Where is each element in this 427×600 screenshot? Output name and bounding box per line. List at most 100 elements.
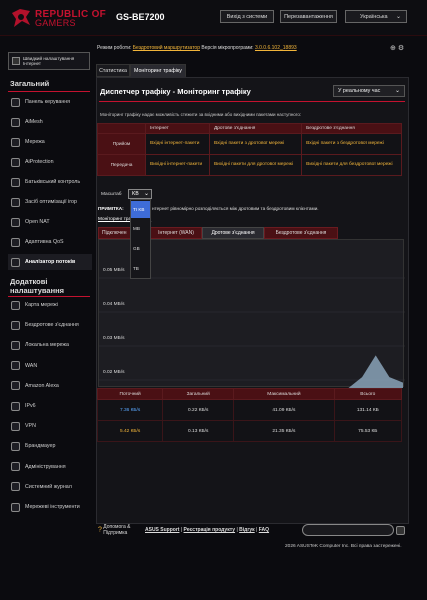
network-icon: [11, 137, 20, 147]
lan-icon: [11, 340, 20, 350]
network-status-icon[interactable]: ⊕: [390, 45, 396, 52]
scale-option-gb[interactable]: GB: [131, 240, 150, 257]
sidebar-item[interactable]: Open NAT: [8, 214, 92, 230]
sidebar-item-label: Amazon Alexa: [25, 382, 59, 389]
row-label-receive: Прийом: [97, 133, 146, 155]
stats-current: 7.36 КБ/s: [96, 399, 164, 421]
firmware-label: Версія мікропрограми:: [201, 45, 254, 51]
quick-internet-setup-button[interactable]: Швидкий налаштування Інтернет: [8, 52, 90, 70]
scale-select[interactable]: KB ⌄: [128, 189, 152, 199]
sidebar-item[interactable]: Карта мережі: [8, 297, 92, 313]
row-label-transmit: Передача: [97, 154, 146, 176]
scale-option-tb[interactable]: TB: [131, 260, 150, 277]
sidebar-item-label: WAN: [25, 362, 38, 369]
sidebar-item[interactable]: Засіб оптимізації ігор: [8, 194, 92, 210]
table-row: Передача Вихідні інтернет-пакети Вихідні…: [97, 154, 402, 176]
traffic-stats-table: Поточний Загальний Максимальний Всього 7…: [96, 388, 403, 442]
chevron-down-icon: ⌄: [394, 88, 400, 94]
table-row: Прийом Вхідні інтернет-пакети Вхідні пак…: [97, 133, 402, 155]
sidebar-item[interactable]: VPN: [8, 418, 92, 434]
sidebar-item[interactable]: Мережа: [8, 134, 92, 150]
footer-link-feedback[interactable]: Відгук: [239, 527, 255, 533]
help-support-label: Допомога & Підтримка: [103, 524, 131, 536]
table-header: Інтернет: [145, 123, 210, 134]
scale-value: KB: [132, 191, 139, 197]
logout-button[interactable]: Вихід з системи: [220, 10, 274, 23]
sidebar-item[interactable]: Системний журнал: [8, 479, 92, 495]
sidebar-item[interactable]: Адміністрування: [8, 459, 92, 475]
sidebar-item-label: Системний журнал: [25, 483, 72, 490]
footer-links: ASUS Support | Реєстрація продукту | Від…: [145, 527, 270, 533]
stats-header-current: Поточний: [96, 388, 164, 400]
y-tick-label: 0.05 МБ/s: [103, 267, 125, 273]
chevron-down-icon: ⌄: [395, 14, 401, 20]
sidebar-item[interactable]: Локальна мережа: [8, 337, 92, 353]
sidebar-item[interactable]: Панель керування: [8, 94, 92, 110]
sidebar-item-label: Адміністрування: [25, 463, 66, 470]
sidebar-item[interactable]: Amazon Alexa: [8, 378, 92, 394]
stats-average: 0.22 КБ/s: [162, 399, 235, 421]
brand-line-2: GAMERS: [35, 18, 76, 28]
sidebar-item[interactable]: WAN: [8, 358, 92, 374]
stats-average: 0.13 КБ/s: [162, 420, 235, 442]
tab-traffic-monitor[interactable]: Моніторинг трафіку: [130, 64, 186, 77]
sidebar-item-label: VPN: [25, 423, 36, 430]
footer-link-registration[interactable]: Реєстрація продукту: [184, 527, 236, 533]
realtime-select[interactable]: У реальному час ⌄: [333, 85, 405, 97]
sidebar-item[interactable]: AiMesh: [8, 114, 92, 130]
dashboard-icon: [11, 97, 20, 107]
scale-option-kb[interactable]: TI KB: [131, 201, 150, 218]
footer-search-input[interactable]: [302, 524, 394, 536]
stats-total: 131.14 КБ: [333, 399, 403, 421]
realtime-value: У реальному час: [338, 88, 381, 94]
sidebar-item-label: Мережеві інструменти: [25, 504, 80, 510]
table-cell: Вихідні пакети для бездротової мережі: [301, 154, 402, 176]
help-support[interactable]: ? Допомога & Підтримка: [98, 524, 139, 536]
sidebar-item[interactable]: Мережеві інструменти: [8, 499, 92, 515]
sidebar-item[interactable]: Аналізатор потоків: [8, 254, 92, 270]
gear-icon[interactable]: ⚙: [398, 45, 404, 52]
sidebar-item-label: Батьківський контроль: [25, 179, 81, 185]
sidebar-item[interactable]: AiProtection: [8, 154, 92, 170]
sidebar-item[interactable]: Бездротове з'єднання: [8, 317, 92, 333]
admin-icon: [11, 462, 20, 472]
table-cell: Вхідні інтернет-пакети: [145, 133, 210, 155]
table-header: Бездротове з'єднання: [301, 123, 402, 134]
title-divider: [99, 101, 405, 102]
sidebar-item-label: AiProtection: [25, 159, 54, 165]
traffic-definition-table: Інтернет Дротове з'єднання Бездротове з'…: [97, 123, 402, 176]
footer-link-support[interactable]: ASUS Support: [145, 527, 179, 533]
question-icon: ?: [98, 526, 102, 534]
sidebar-item[interactable]: Брандмауер: [8, 438, 92, 454]
ipv6-icon: [11, 401, 20, 411]
firmware-link[interactable]: 3.0.0.6.102_18893: [255, 45, 297, 51]
footer-link-faq[interactable]: FAQ: [259, 527, 269, 533]
scale-option-mb[interactable]: MB: [131, 220, 150, 237]
wan-icon: [11, 361, 20, 371]
quick-setup-label: Швидкий налаштування Інтернет: [23, 55, 75, 67]
sidebar-item[interactable]: Адаптивна QoS: [8, 234, 92, 250]
chart-tab-internet[interactable]: Інтернет (WAN): [150, 227, 202, 239]
stats-max: 21.35 КБ/s: [233, 420, 335, 442]
scale-dropdown-list: TI KB MB GB TB: [130, 199, 151, 279]
tools-icon: [11, 502, 20, 512]
op-mode-link[interactable]: Бездротовий маршрутизатор: [133, 45, 200, 51]
sidebar-item-label: Локальна мережа: [25, 342, 69, 349]
sidebar-item[interactable]: Батьківський контроль: [8, 174, 92, 190]
sidebar-item-label: Open NAT: [25, 219, 50, 225]
rog-logo-icon: [12, 9, 30, 27]
reboot-button[interactable]: Перезавантаження: [280, 10, 337, 23]
table-cell: Вхідні пакети з бездротової мережі: [301, 133, 402, 155]
firewall-icon: [11, 441, 20, 451]
chart-tab-wireless[interactable]: Бездротове з'єднання: [264, 227, 338, 239]
sidebar-item-label: Карта мережі: [25, 302, 58, 308]
language-select[interactable]: Українська ⌄: [345, 10, 407, 23]
chart-tab-wired[interactable]: Дротове з'єднання: [202, 227, 264, 239]
game-icon: [11, 197, 20, 207]
language-value: Українська: [360, 13, 388, 20]
sidebar-item[interactable]: IPv6: [8, 398, 92, 414]
search-icon[interactable]: [396, 526, 405, 535]
tab-statistics[interactable]: Статистика: [96, 64, 130, 77]
quick-setup-icon: [12, 57, 20, 65]
sidebar-item-label: AiMesh: [25, 119, 43, 125]
